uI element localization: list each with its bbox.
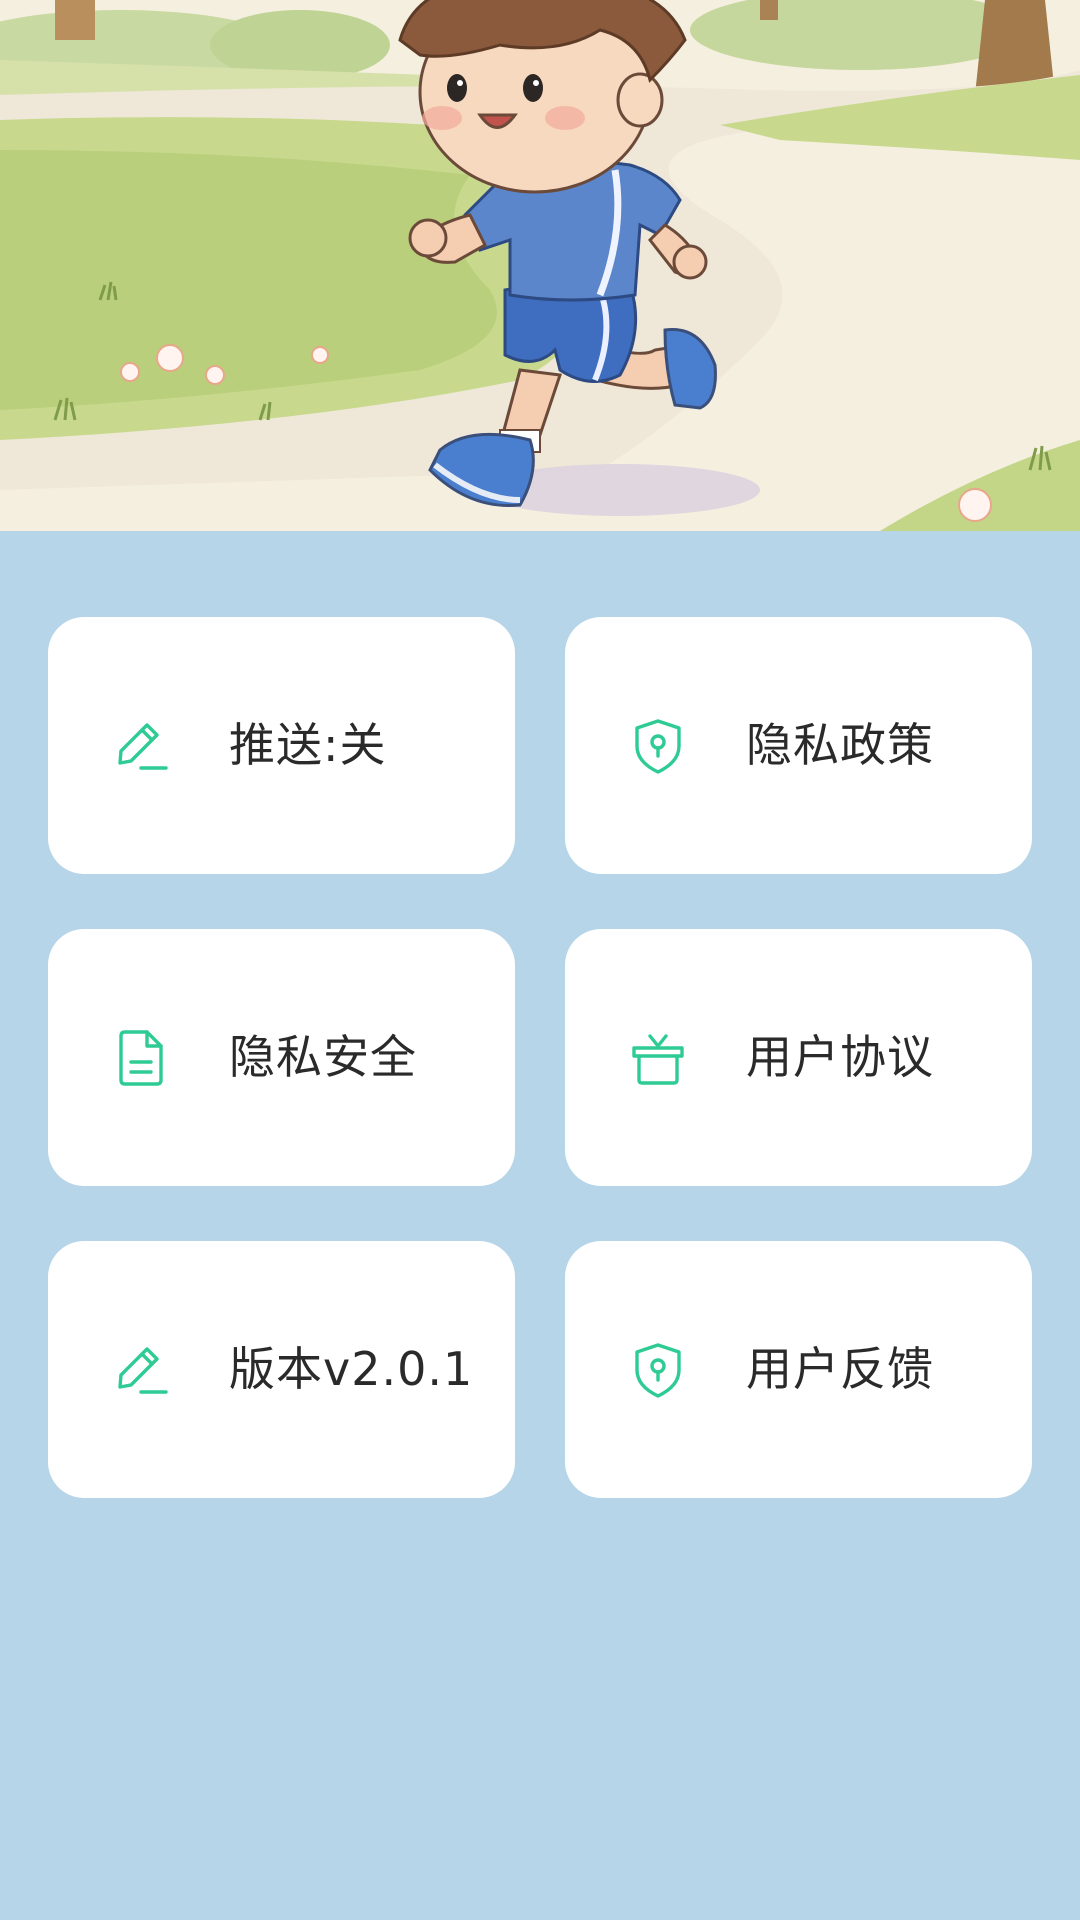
privacy-security-card[interactable]: 隐私安全 [48, 929, 515, 1186]
user-agreement-card[interactable]: 用户协议 [565, 929, 1032, 1186]
shield-lock-icon [628, 1340, 688, 1400]
user-agreement-label: 用户协议 [746, 1030, 934, 1084]
version-card[interactable]: 版本v2.0.1 [48, 1241, 515, 1498]
push-toggle-card[interactable]: 推送:关 [48, 617, 515, 874]
push-toggle-label: 推送:关 [229, 718, 387, 772]
pencil-icon [111, 1340, 171, 1400]
version-label: 版本v2.0.1 [229, 1342, 474, 1396]
settings-grid: 推送:关 隐私政策 隐私安全 用户协议 版本v2.0.1 用户反馈 [48, 617, 1032, 1498]
user-feedback-card[interactable]: 用户反馈 [565, 1241, 1032, 1498]
privacy-policy-card[interactable]: 隐私政策 [565, 617, 1032, 874]
pencil-icon [111, 716, 171, 776]
user-feedback-label: 用户反馈 [746, 1342, 934, 1396]
document-icon [111, 1028, 171, 1088]
privacy-security-label: 隐私安全 [229, 1030, 417, 1084]
running-boy-illustration [0, 0, 1080, 531]
privacy-policy-label: 隐私政策 [746, 718, 934, 772]
hero-illustration [0, 0, 1080, 531]
gift-box-icon [628, 1028, 688, 1088]
shield-lock-icon [628, 716, 688, 776]
